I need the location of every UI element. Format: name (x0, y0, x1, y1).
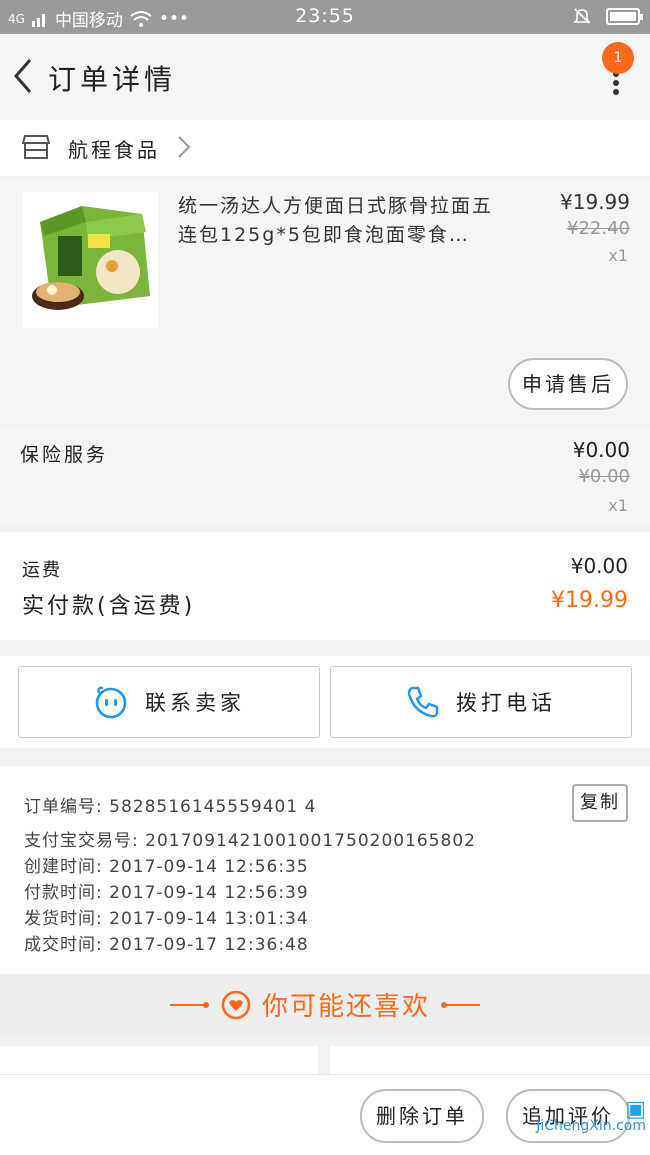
heart-circle-icon (221, 990, 251, 1019)
recommend-cards (0, 1036, 650, 1076)
shipped-time: 发货时间: 2017-09-14 13:01:34 (24, 909, 309, 929)
insurance-quantity: x1 (608, 496, 628, 515)
freight-label: 运费 (22, 560, 62, 581)
back-arrow-icon[interactable] (8, 54, 40, 98)
apply-after-sale-button[interactable]: 申请售后 (508, 358, 628, 410)
page-title: 订单详情 (48, 63, 177, 96)
insurance-label: 保险服务 (20, 444, 109, 466)
insurance-service-row: 保险服务 ¥0.00 ¥0.00 x1 (0, 430, 650, 526)
product-price: ¥19.99 (560, 190, 630, 214)
battery-icon (606, 7, 643, 25)
contact-seller-button[interactable]: 联系卖家 (18, 666, 320, 738)
insurance-price: ¥0.00 (572, 438, 630, 462)
delete-order-button[interactable]: 删除订单 (360, 1089, 484, 1143)
copy-order-number-button[interactable]: 复制 (572, 784, 628, 822)
recommend-banner: 你可能还喜欢 (0, 974, 650, 1036)
created-time: 创建时间: 2017-09-14 12:56:35 (24, 857, 309, 877)
divider-left-icon (169, 1001, 209, 1008)
recommend-card[interactable] (330, 1046, 650, 1076)
noodle-pack-illustration (22, 192, 158, 328)
chat-face-icon (95, 686, 127, 719)
product-item[interactable]: 统一汤达人方便面日式豚骨拉面五连包125g*5包即食泡面零食… ¥19.99 ¥… (0, 182, 650, 424)
product-quantity: x1 (608, 246, 628, 265)
notification-badge: 1 (602, 42, 634, 74)
recommend-title: 你可能还喜欢 (261, 992, 430, 1022)
paid-amount-label: 实付款(含运费) (22, 594, 196, 619)
product-title[interactable]: 统一汤达人方便面日式豚骨拉面五连包125g*5包即食泡面零食… (178, 192, 508, 250)
paid-time: 付款时间: 2017-09-14 12:56:39 (24, 883, 309, 903)
shop-row[interactable]: 航程食品 (0, 120, 650, 176)
shop-name: 航程食品 (68, 138, 160, 162)
status-right (572, 6, 643, 26)
product-original-price: ¥22.40 (567, 218, 630, 239)
recommend-card[interactable] (0, 1046, 318, 1076)
status-bar: 4G 中国移动 ••• 23:55 (0, 0, 650, 34)
chevron-right-icon (178, 136, 191, 158)
bell-muted-icon (573, 8, 591, 24)
watermark-text: JiChengXin.com (536, 1118, 646, 1134)
completed-time: 成交时间: 2017-09-17 12:36:48 (24, 935, 309, 955)
order-number: 订单编号: 5828516145559401 4 (24, 797, 317, 817)
page-header: 订单详情 1 (0, 34, 650, 120)
paid-amount-value: ¥19.99 (551, 588, 628, 613)
phone-icon (407, 686, 439, 718)
freight-value: ¥0.00 (570, 554, 628, 578)
contact-seller-label: 联系卖家 (145, 691, 245, 715)
alipay-trade-number: 支付宝交易号: 2017091421001001750200165802 (24, 831, 476, 851)
store-icon (22, 135, 50, 159)
insurance-original-price: ¥0.00 (578, 466, 630, 487)
order-info-section: 订单编号: 5828516145559401 4 复制 支付宝交易号: 2017… (0, 766, 650, 974)
divider-right-icon (441, 1001, 480, 1008)
clock: 23:55 (295, 5, 355, 27)
contact-section: 联系卖家 拨打电话 (0, 656, 650, 748)
site-watermark: ▣ JiChengXin.com (536, 1097, 646, 1135)
watermark-logo: ▣ (625, 1097, 646, 1122)
call-phone-label: 拨打电话 (456, 691, 556, 715)
product-image[interactable] (22, 192, 158, 328)
call-phone-button[interactable]: 拨打电话 (330, 666, 632, 738)
totals-section: 运费 ¥0.00 实付款(含运费) ¥19.99 (0, 532, 650, 640)
